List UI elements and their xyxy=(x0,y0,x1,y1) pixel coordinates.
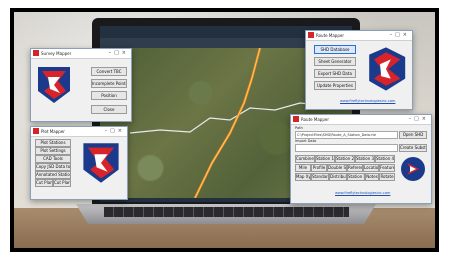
firefly-logo-icon xyxy=(369,47,406,91)
survey-mapper-title: Survey Mapper xyxy=(41,51,72,56)
cut-plan-button-2[interactable]: Cut Plan xyxy=(53,179,71,187)
website-link[interactable]: www.fireflytechnologiesinc.com xyxy=(335,191,390,195)
grid-cell[interactable]: Double Station xyxy=(327,164,347,172)
cut-plan-button-1[interactable]: Cut Plan xyxy=(35,179,53,187)
route-data-title: Route Mapper xyxy=(301,117,329,122)
plot-mapper-window: Plot Mapper –□× Plot Stations Plot Setti… xyxy=(30,126,128,200)
route-mapper-title: Route Mapper xyxy=(316,33,344,38)
import-data-input[interactable] xyxy=(295,144,398,152)
plot-mapper-title: Plot Mapper xyxy=(41,129,65,134)
grid-cell[interactable]: Station 1 xyxy=(315,155,335,163)
window-controls[interactable]: –□× xyxy=(390,31,410,40)
app-logo-icon xyxy=(293,116,299,122)
cad-tools-button[interactable]: CAD Tools xyxy=(35,155,71,163)
close-button[interactable]: Close xyxy=(91,105,127,114)
grid-cell[interactable]: Station Mark xyxy=(347,173,365,181)
convert-tbc-button[interactable]: Convert TBC xyxy=(91,67,127,76)
export-shd-data-button[interactable]: Export SHD Data xyxy=(314,69,356,78)
incomplete-points-button[interactable]: Incomplete Points xyxy=(91,79,127,88)
firefly-logo-icon xyxy=(38,67,70,103)
app-logo-icon xyxy=(308,32,314,38)
position-button[interactable]: Position xyxy=(91,91,127,100)
plot-settings-button[interactable]: Plot Settings xyxy=(35,147,71,155)
grid-cell[interactable]: Notes xyxy=(365,173,379,181)
plot-stations-button[interactable]: Plot Stations xyxy=(35,139,71,147)
firefly-logo-icon xyxy=(83,143,119,183)
grid-cell[interactable]: Station 2 xyxy=(335,155,355,163)
app-logo-icon xyxy=(33,50,39,56)
grid-cell[interactable]: Standard Grid xyxy=(311,173,329,181)
grid-cell[interactable]: Profile xyxy=(311,164,327,172)
orange-route-line xyxy=(193,47,262,199)
survey-mapper-window: Survey Mapper –□× Convert TBC Incomplete… xyxy=(30,48,132,122)
grid-cell[interactable]: Station 4 xyxy=(375,155,395,163)
grid-cell[interactable]: Mile xyxy=(295,164,311,172)
grid-cell[interactable]: Locations xyxy=(363,164,379,172)
app-logo-icon xyxy=(33,128,39,134)
path-input[interactable]: C:\ProjectFiles\SHD\Route_A_Station_Data… xyxy=(295,131,398,139)
grid-cell[interactable]: Reference xyxy=(347,164,363,172)
grid-cell[interactable]: Features xyxy=(379,164,395,172)
window-controls[interactable]: –□× xyxy=(109,49,129,58)
window-controls[interactable]: –□× xyxy=(409,115,429,124)
create-substation-button[interactable]: Create Substation xyxy=(399,144,427,152)
path-label: Path xyxy=(295,126,303,130)
plot-mapper-titlebar[interactable]: Plot Mapper –□× xyxy=(31,127,127,137)
grid-cell[interactable]: Station 3 xyxy=(355,155,375,163)
update-properties-button[interactable]: Update Properties xyxy=(314,81,356,90)
annotated-station-tool-button[interactable]: Annotated Station Tool xyxy=(35,171,71,179)
survey-mapper-titlebar[interactable]: Survey Mapper –□× xyxy=(31,49,131,59)
route-data-titlebar[interactable]: Route Mapper –□× xyxy=(291,115,431,125)
route-data-window: Route Mapper –□× Path C:\ProjectFiles\SH… xyxy=(290,114,432,204)
grid-cell[interactable]: Map Xyz xyxy=(295,173,311,181)
window-controls[interactable]: –□× xyxy=(105,127,125,136)
open-shd-button[interactable]: Open SHD xyxy=(399,131,427,139)
website-link[interactable]: www.fireflytechnologiesinc.com xyxy=(340,99,395,103)
laptop-keyboard xyxy=(104,207,349,217)
route-mapper-window: Route Mapper –□× SHD Database Sheet Gene… xyxy=(305,30,413,110)
sheet-generator-button[interactable]: Sheet Generator xyxy=(314,57,356,66)
grid-cell[interactable]: Distribution xyxy=(329,173,347,181)
shd-database-button[interactable]: SHD Database xyxy=(314,45,356,54)
grid-cell[interactable]: Combine Sheets xyxy=(295,155,315,163)
grid-cell[interactable]: Rotate xyxy=(379,173,395,181)
route-mapper-titlebar[interactable]: Route Mapper –□× xyxy=(306,31,412,41)
firefly-logo-icon xyxy=(401,157,425,181)
import-data-label: Import Data xyxy=(295,139,317,143)
copy-jsd-data-button[interactable]: Copy JSD Data to Border xyxy=(35,163,71,171)
